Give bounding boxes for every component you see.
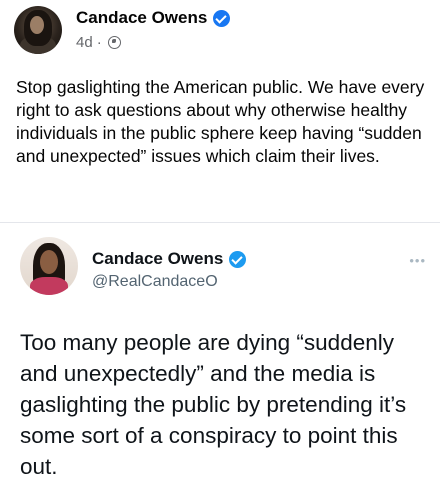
tweet-author-line: Candace Owens (92, 249, 247, 269)
tweet-author-handle[interactable]: @RealCandaceO (92, 273, 218, 291)
avatar-face (40, 250, 58, 274)
verified-badge-icon (213, 9, 231, 27)
avatar-clothing (30, 277, 68, 295)
author-avatar[interactable] (14, 6, 62, 54)
embedded-tweet[interactable]: Candace Owens @RealCandaceO ••• Too many… (0, 222, 440, 500)
post-caption: Stop gaslighting the American public. We… (16, 77, 425, 166)
tweet-author-avatar[interactable] (20, 237, 78, 295)
tweet-verified-badge-icon (229, 250, 247, 268)
tweet-text: Too many people are dying “suddenly and … (20, 330, 407, 479)
author-name[interactable]: Candace Owens (76, 8, 207, 28)
more-options-icon[interactable]: ••• (409, 253, 426, 268)
globe-icon[interactable] (107, 36, 121, 49)
post-meta: 4d · (76, 34, 121, 51)
author-name-line: Candace Owens (76, 8, 231, 28)
post-header: Candace Owens 4d · (14, 4, 426, 60)
tweet-author-name[interactable]: Candace Owens (92, 249, 223, 269)
meta-separator: · (96, 34, 102, 51)
post-timestamp[interactable]: 4d (76, 34, 93, 51)
avatar-face (30, 16, 44, 34)
